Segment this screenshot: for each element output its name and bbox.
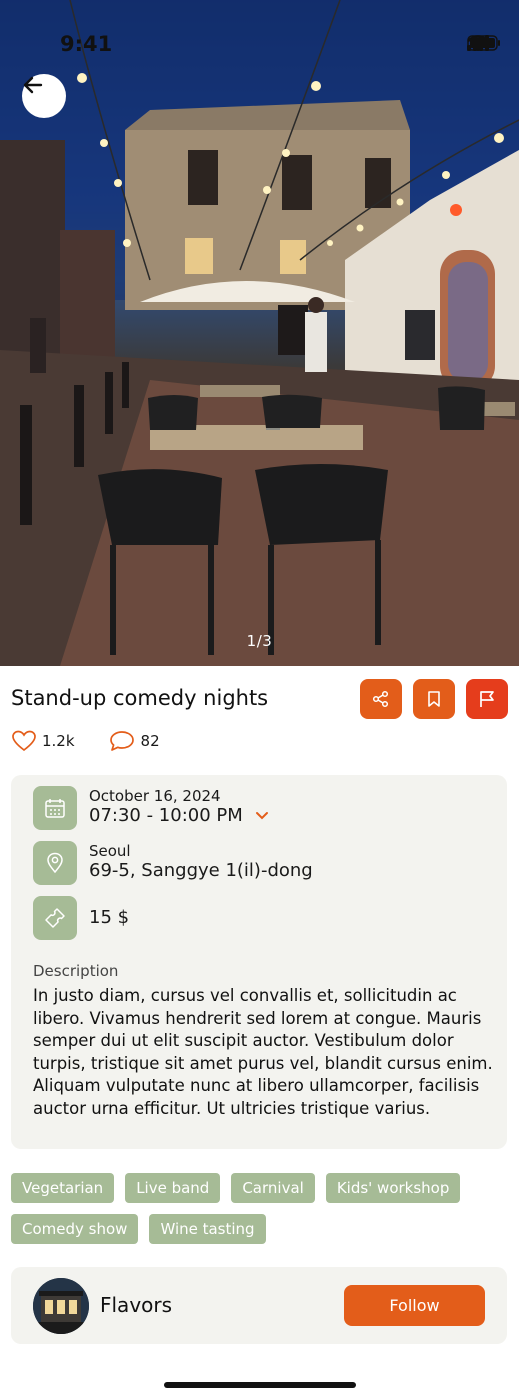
calendar-icon-box xyxy=(33,786,77,830)
report-button[interactable] xyxy=(466,679,508,719)
event-address: 69-5, Sanggye 1(il)-dong xyxy=(89,860,313,881)
ticket-icon xyxy=(45,908,65,928)
tag-chip[interactable]: Comedy show xyxy=(11,1214,139,1244)
event-city: Seoul xyxy=(89,842,131,860)
street-cafe-photo xyxy=(0,0,519,666)
likes-count: 1.2k xyxy=(42,732,75,750)
tag-chip[interactable]: Wine tasting xyxy=(149,1214,266,1244)
organizer-avatar[interactable] xyxy=(33,1278,89,1334)
bookmark-icon xyxy=(428,691,440,707)
event-price: 15 $ xyxy=(89,907,130,928)
hero-image[interactable]: 9:41 1/3 xyxy=(0,0,519,666)
organizer-card: Flavors Follow xyxy=(11,1267,507,1344)
likes-stat[interactable]: 1.2k xyxy=(12,730,75,752)
event-time-range: 07:30 - 10:00 PM xyxy=(89,805,243,826)
comments-stat[interactable]: 82 xyxy=(109,730,160,752)
time-expand-button[interactable] xyxy=(255,805,269,827)
event-title: Stand-up comedy nights xyxy=(11,686,269,710)
event-date: October 16, 2024 xyxy=(89,787,221,805)
tag-chip[interactable]: Vegetarian xyxy=(11,1173,115,1203)
calendar-icon xyxy=(45,799,65,818)
share-icon xyxy=(372,690,389,708)
action-buttons xyxy=(360,679,508,719)
tag-chip[interactable]: Carnival xyxy=(231,1173,315,1203)
description-label: Description xyxy=(33,962,119,980)
share-button[interactable] xyxy=(360,679,402,719)
location-row: Seoul 69-5, Sanggye 1(il)-dong xyxy=(33,841,313,885)
date-row: October 16, 2024 07:30 - 10:00 PM xyxy=(33,786,269,830)
status-bar: 9:41 xyxy=(0,0,519,88)
flag-icon xyxy=(480,691,494,707)
battery-icon xyxy=(467,35,500,51)
image-pager: 1/3 xyxy=(246,632,273,650)
description-text: In justo diam, cursus vel convallis et, … xyxy=(33,986,493,1118)
heart-icon xyxy=(12,730,36,752)
storefront-avatar-image xyxy=(33,1278,89,1334)
status-time: 9:41 xyxy=(60,32,113,56)
bookmark-button[interactable] xyxy=(413,679,455,719)
comments-count: 82 xyxy=(140,732,160,750)
back-button[interactable] xyxy=(22,74,66,118)
chevron-down-icon xyxy=(255,812,268,820)
tag-chip[interactable]: Kids' workshop xyxy=(325,1173,461,1203)
follow-button[interactable]: Follow xyxy=(344,1285,485,1326)
home-indicator xyxy=(164,1382,356,1388)
comment-icon xyxy=(109,731,134,751)
tag-list: Vegetarian Live band Carnival Kids' work… xyxy=(11,1173,511,1244)
tag-chip[interactable]: Live band xyxy=(125,1173,221,1203)
location-icon-box xyxy=(33,841,77,885)
ticket-icon-box xyxy=(33,896,77,940)
event-info-card: October 16, 2024 07:30 - 10:00 PM Seoul … xyxy=(11,775,507,1149)
organizer-name: Flavors xyxy=(100,1293,173,1317)
arrow-left-icon xyxy=(23,76,43,94)
price-row: 15 $ xyxy=(33,896,129,940)
map-pin-icon xyxy=(47,852,63,874)
event-stats: 1.2k 82 xyxy=(12,730,194,752)
